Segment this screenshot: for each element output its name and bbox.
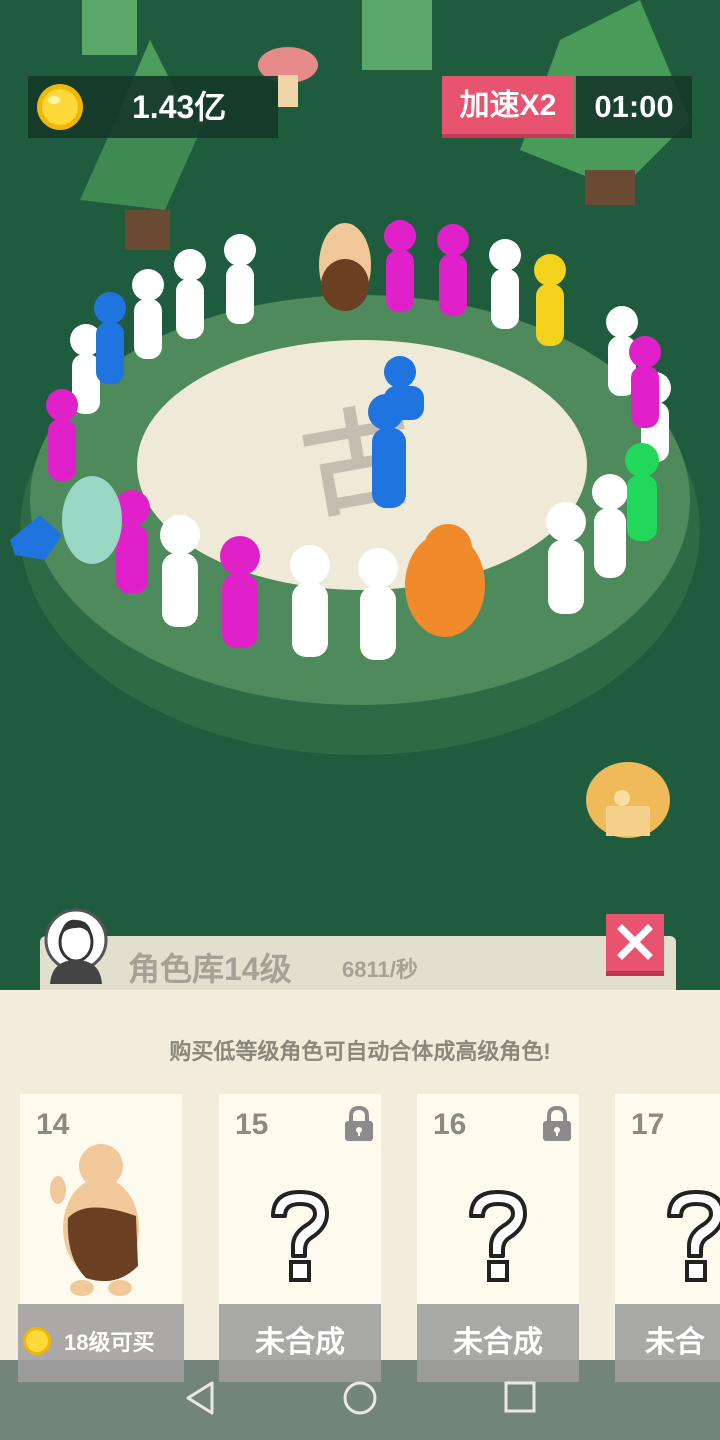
system-nav-bar (0, 1360, 720, 1440)
merge-hint: 购买低等级角色可自动合体成高级角色! (169, 1039, 551, 1064)
timer-box: 01:00 (576, 76, 692, 138)
character-card-15[interactable]: 15 未合成 (219, 1094, 381, 1382)
question-mark-icon (271, 1190, 329, 1282)
coin-counter: 1.43亿 (28, 76, 278, 138)
character-card-14[interactable]: 14 18级可买 (18, 1094, 184, 1382)
lock-icon (543, 1106, 571, 1141)
close-button[interactable] (606, 914, 664, 976)
mushroom-big (586, 762, 670, 838)
card-level: 15 (235, 1108, 269, 1141)
close-icon (617, 924, 653, 960)
game-scene: 古 (0, 0, 720, 1000)
recent-square-icon[interactable] (504, 1380, 536, 1414)
card-level: 16 (433, 1108, 467, 1141)
speed-boost-button[interactable]: 加速X2 (442, 76, 574, 138)
lock-icon (345, 1106, 373, 1141)
card-level: 17 (631, 1108, 665, 1141)
coin-icon (23, 1327, 51, 1355)
cube-block (362, 0, 432, 70)
home-circle-icon[interactable] (342, 1380, 378, 1416)
avatar-icon (44, 908, 108, 984)
coin-value: 1.43亿 (132, 89, 227, 125)
character-card-17[interactable]: 17 未合 (615, 1094, 720, 1382)
caveman-character (50, 1144, 139, 1296)
card-level: 14 (36, 1108, 70, 1141)
income-rate: 6811/秒 (342, 957, 418, 982)
character-card-16[interactable]: 16 未合成 (417, 1094, 579, 1382)
timer-value: 01:00 (594, 89, 674, 124)
question-mark-icon (667, 1190, 720, 1282)
back-triangle-icon[interactable] (184, 1380, 216, 1416)
question-mark-icon (469, 1190, 527, 1282)
cube-block (82, 0, 137, 55)
coin-icon (37, 84, 83, 130)
panel-title: 角色库14级 (128, 951, 292, 987)
